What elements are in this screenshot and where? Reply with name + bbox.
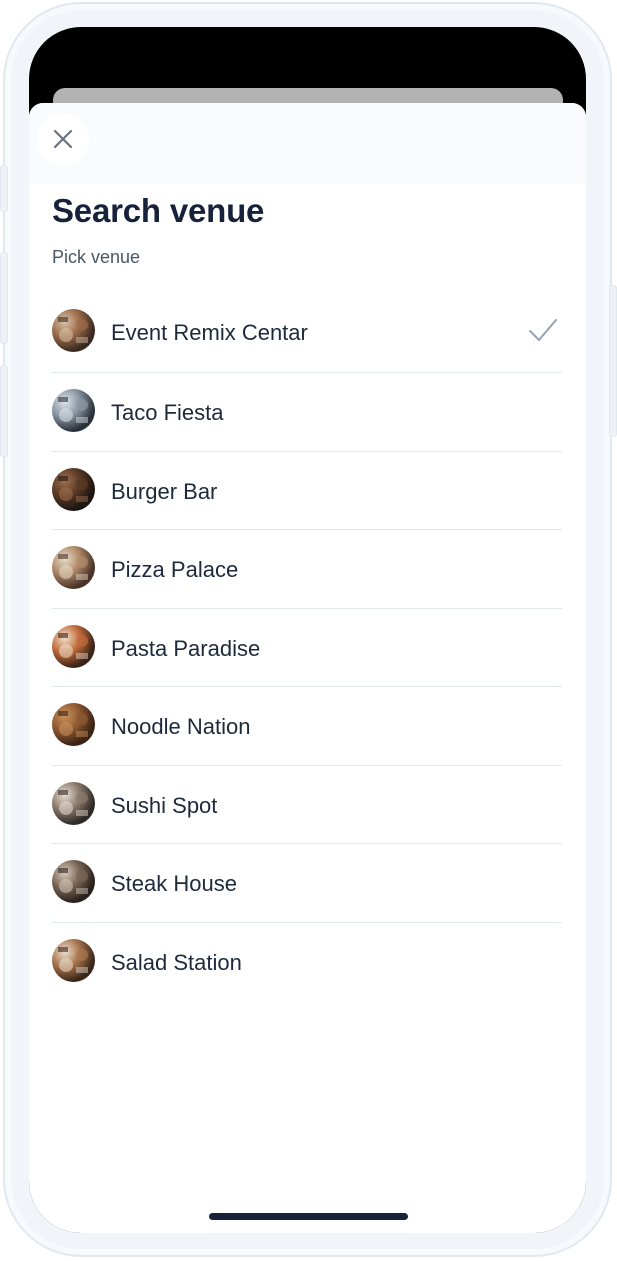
side-button-power	[609, 285, 617, 437]
venue-label: Taco Fiesta	[111, 400, 224, 425]
venue-thumbnail	[52, 938, 95, 982]
venue-label: Sushi Spot	[111, 792, 218, 818]
page-subtitle: Pick venue	[52, 247, 141, 267]
checkmark-icon	[528, 317, 558, 348]
venue-label: Event Remix Centar	[111, 320, 308, 345]
home-indicator	[209, 1213, 408, 1220]
venue-label: Burger Bar	[111, 478, 218, 504]
page-title: Search venue	[52, 192, 265, 229]
venue-thumbnail	[52, 467, 95, 511]
side-button-mute	[0, 165, 8, 212]
venue-label: Pasta Paradise	[111, 635, 261, 661]
venue-row[interactable]: Taco Fiesta	[52, 373, 562, 452]
close-icon	[53, 129, 73, 149]
venue-label: Pizza Palace	[111, 557, 239, 582]
venue-row[interactable]: Burger Bar	[52, 452, 562, 530]
venue-thumbnail	[52, 860, 95, 903]
phone-screen: Search venue Pick venue Event Remix Cent…	[29, 27, 586, 1233]
venue-thumbnail	[52, 703, 95, 746]
venue-thumbnail	[52, 309, 95, 352]
venue-list: Event Remix Centar Taco Fiesta Burger Bar P…	[52, 293, 562, 1001]
venue-label: Noodle Nation	[111, 714, 251, 739]
venue-thumbnail	[52, 389, 95, 432]
venue-row[interactable]: Salad Station	[52, 923, 562, 1002]
venue-label: Steak House	[111, 871, 237, 896]
side-button-volume-up	[0, 252, 8, 344]
venue-row[interactable]: Sushi Spot	[52, 766, 562, 844]
venue-picker-sheet: Search venue Pick venue Event Remix Cent…	[29, 103, 586, 1233]
venue-row[interactable]: Pizza Palace	[52, 530, 562, 609]
close-button[interactable]	[37, 113, 89, 165]
sheet-header	[29, 103, 586, 184]
venue-thumbnail	[52, 624, 95, 668]
venue-label: Salad Station	[111, 949, 242, 975]
venue-thumbnail	[52, 781, 95, 825]
side-button-volume-down	[0, 365, 8, 457]
venue-row[interactable]: Steak House	[52, 844, 562, 923]
venue-row[interactable]: Event Remix Centar	[52, 293, 562, 373]
venue-row[interactable]: Pasta Paradise	[52, 609, 562, 687]
venue-row[interactable]: Noodle Nation	[52, 687, 562, 766]
venue-thumbnail	[52, 546, 95, 589]
